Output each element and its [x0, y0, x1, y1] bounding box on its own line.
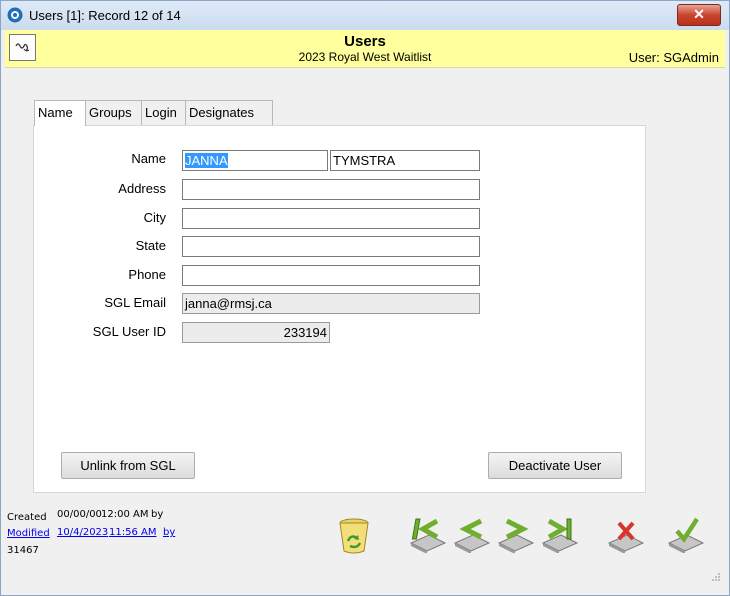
current-user: User: SGAdmin: [628, 50, 719, 65]
save-record-icon[interactable]: [665, 513, 707, 553]
state-field[interactable]: [182, 236, 480, 257]
modified-by-link[interactable]: by: [163, 527, 175, 538]
page-title: Users: [344, 33, 386, 50]
next-record-icon[interactable]: [495, 513, 537, 553]
created-date: 00/00/00: [57, 509, 102, 520]
modified-time-link[interactable]: 11:56 AM: [109, 527, 156, 538]
address-label: Address: [118, 181, 166, 196]
title-bar[interactable]: Users [1]: Record 12 of 14 ✕: [1, 1, 729, 30]
header-bar: Users 2023 Royal West Waitlist User: SGA…: [5, 30, 725, 68]
sgl-user-id-label: SGL User ID: [92, 324, 166, 339]
tab-name[interactable]: Name: [34, 100, 86, 126]
last-name-field[interactable]: TYMSTRA: [330, 150, 480, 171]
sgl-user-id-field: 233194: [182, 322, 330, 343]
record-id: 31467: [7, 545, 39, 556]
sgl-email-field: janna@rmsj.ca: [182, 293, 480, 314]
city-label: City: [143, 210, 166, 225]
sgl-email-label: SGL Email: [104, 295, 166, 310]
created-time: 12:00 AM: [101, 509, 149, 520]
page-subtitle: 2023 Royal West Waitlist: [298, 50, 432, 64]
phone-label: Phone: [128, 267, 166, 282]
last-record-icon[interactable]: [539, 513, 581, 553]
content-area: Name Groups Login Designates Name JANNA …: [5, 68, 725, 594]
first-name-value: JANNA: [185, 153, 228, 168]
recycle-bin-icon[interactable]: [335, 515, 377, 555]
created-label: Created: [7, 512, 47, 523]
tab-login[interactable]: Login: [141, 100, 186, 125]
tab-designates[interactable]: Designates: [185, 100, 273, 125]
delete-record-icon[interactable]: [605, 513, 647, 553]
modified-link[interactable]: Modified: [7, 528, 50, 539]
previous-record-icon[interactable]: [451, 513, 493, 553]
resize-grip-icon[interactable]: [711, 572, 721, 582]
users-window: Users [1]: Record 12 of 14 ✕ Users 2023 …: [0, 0, 730, 596]
close-button[interactable]: ✕: [677, 4, 721, 26]
state-label: State: [135, 238, 166, 253]
address-field[interactable]: [182, 179, 480, 200]
app-icon: [7, 7, 23, 23]
name-label: Name: [131, 151, 166, 166]
modified-date-link[interactable]: 10/4/2023: [57, 527, 108, 538]
tab-groups[interactable]: Groups: [85, 100, 142, 125]
city-field[interactable]: [182, 208, 480, 229]
unlink-from-sgl-button[interactable]: Unlink from SGL: [61, 452, 195, 479]
window-title: Users [1]: Record 12 of 14: [29, 8, 181, 23]
phone-field[interactable]: [182, 265, 480, 286]
tab-panel: Name JANNA TYMSTRA Address City State Ph…: [33, 125, 646, 493]
first-name-field[interactable]: JANNA: [182, 150, 328, 171]
created-by: by: [151, 509, 164, 520]
deactivate-user-button[interactable]: Deactivate User: [488, 452, 622, 479]
first-record-icon[interactable]: [407, 513, 449, 553]
